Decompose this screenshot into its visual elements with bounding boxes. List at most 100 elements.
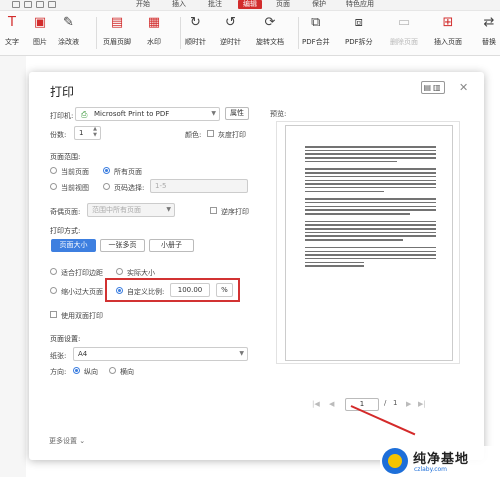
- view-toggle-icon[interactable]: ▤▥: [421, 81, 445, 94]
- next-page-icon[interactable]: ▶: [406, 400, 411, 408]
- correction-tool-button[interactable]: ✎ 涂改液: [58, 15, 79, 47]
- close-icon[interactable]: ✕: [459, 81, 468, 94]
- image-icon: ▣: [33, 15, 47, 30]
- rotate-counterclockwise-label: 逆时针: [220, 38, 241, 46]
- insert-page-button[interactable]: ⊞ 插入页面: [434, 15, 462, 47]
- header-footer-button[interactable]: ▤ 页眉页脚: [103, 15, 131, 47]
- watermark-button[interactable]: ▦ 水印: [146, 15, 162, 47]
- pen-icon: ✎: [63, 15, 74, 30]
- preview-page: [285, 125, 453, 361]
- last-page-icon[interactable]: ▶|: [418, 400, 426, 408]
- watermark-title: 纯净基地: [413, 452, 470, 467]
- grayscale-checkbox[interactable]: [207, 130, 214, 137]
- current-page-label: 当前页面: [61, 168, 89, 176]
- replace-icon: ⇄: [483, 15, 495, 30]
- rotate-document-button[interactable]: ⟳ 旋转文档: [256, 15, 284, 47]
- pdf-split-button[interactable]: ⧈ PDF拆分: [345, 15, 373, 47]
- menu-protect[interactable]: 保护: [312, 0, 326, 9]
- print-mode-section-title: 打印方式:: [50, 227, 81, 235]
- highlight-box: [105, 278, 240, 302]
- printer-label: 打印机:: [50, 112, 74, 120]
- rotate-counterclockwise-button[interactable]: ↺ 逆时针: [220, 15, 241, 47]
- rotate-cw-icon: ↻: [190, 15, 201, 30]
- pdf-split-icon: ⧈: [354, 15, 363, 30]
- current-page-radio[interactable]: [50, 167, 57, 174]
- current-view-radio[interactable]: [50, 183, 57, 190]
- all-pages-label: 所有页面: [114, 168, 142, 176]
- correction-tool-label: 涂改液: [58, 38, 79, 46]
- image-tool-button[interactable]: ▣ 图片: [32, 15, 48, 47]
- more-settings-link[interactable]: 更多设置 ⌄: [49, 436, 85, 446]
- ribbon-divider: [298, 17, 299, 49]
- menubar: 开始 插入 批注 编辑 页面 保护 特色应用: [0, 0, 500, 11]
- replace-button[interactable]: ⇄ 替换: [481, 15, 497, 47]
- actual-size-radio[interactable]: [116, 268, 123, 275]
- reverse-print-label: 逆序打印: [221, 208, 249, 216]
- pdf-merge-icon: ⧉: [311, 15, 321, 30]
- text-tool-button[interactable]: T 文字: [4, 15, 20, 47]
- replace-label: 替换: [482, 38, 496, 46]
- paper-select[interactable]: A4 ▼: [73, 347, 248, 361]
- rotate-clockwise-button[interactable]: ↻ 顺时针: [185, 15, 206, 47]
- copies-value: 1: [79, 129, 84, 137]
- fit-margins-label: 适合打印边距: [61, 269, 103, 277]
- text-cursor-icon: T: [8, 15, 16, 30]
- menu-comment[interactable]: 批注: [208, 0, 222, 9]
- insert-page-icon: ⊞: [442, 15, 454, 30]
- paper-value: A4: [78, 350, 88, 358]
- menu-insert[interactable]: 插入: [172, 0, 186, 9]
- document-margin: [0, 56, 26, 477]
- shrink-large-label: 缩小过大页面: [61, 288, 103, 296]
- landscape-radio[interactable]: [109, 367, 116, 374]
- menu-features[interactable]: 特色应用: [346, 0, 374, 9]
- menu-page[interactable]: 页面: [276, 0, 290, 9]
- chevron-down-icon: ▼: [211, 110, 216, 117]
- more-settings-label: 更多设置: [49, 437, 77, 445]
- site-watermark: 纯净基地 czlaby.com: [380, 446, 500, 477]
- printer-properties-button[interactable]: 属性: [225, 107, 249, 120]
- copies-stepper[interactable]: 1 ▲ ▼: [74, 126, 101, 140]
- printer-select[interactable]: Microsoft Print to PDF ▼: [75, 107, 220, 121]
- booklet-button[interactable]: 小册子: [149, 239, 194, 252]
- all-pages-radio[interactable]: [103, 167, 110, 174]
- ribbon-divider: [180, 17, 181, 49]
- first-page-icon[interactable]: |◀: [312, 400, 320, 408]
- preview-text-block: [305, 146, 436, 269]
- prev-page-icon[interactable]: ◀: [329, 400, 334, 408]
- undo-icon[interactable]: [48, 1, 56, 8]
- page-number-value: 1: [359, 400, 365, 408]
- shrink-large-radio[interactable]: [50, 287, 57, 294]
- odd-even-select[interactable]: 范围中所有页面 ▼: [87, 203, 175, 217]
- rotate-document-label: 旋转文档: [256, 38, 284, 46]
- menu-edit[interactable]: 编辑: [238, 0, 262, 9]
- header-footer-label: 页眉页脚: [103, 38, 131, 46]
- duplex-checkbox[interactable]: [50, 311, 57, 318]
- page-setup-section-title: 页面设置:: [50, 335, 81, 343]
- grayscale-label: 灰度打印: [218, 131, 246, 139]
- dialog-title: 打印: [50, 85, 75, 99]
- save-icon[interactable]: [24, 1, 32, 8]
- print-icon[interactable]: [36, 1, 44, 8]
- watermark-label: 水印: [147, 38, 161, 46]
- page-select-radio[interactable]: [103, 183, 110, 190]
- delete-page-icon: ▭: [397, 15, 411, 30]
- delete-page-label: 删除页面: [390, 38, 418, 46]
- chevron-down-icon: ⌄: [79, 437, 86, 445]
- annotation-arrow: [350, 405, 416, 436]
- pdf-split-label: PDF拆分: [345, 38, 373, 46]
- page-select-input[interactable]: 1-5: [150, 179, 248, 193]
- menu-start[interactable]: 开始: [136, 0, 150, 9]
- pdf-merge-button[interactable]: ⧉ PDF合并: [302, 15, 330, 47]
- print-preview: [276, 121, 460, 364]
- page-size-button[interactable]: 页面大小: [51, 239, 96, 252]
- portrait-label: 纵向: [84, 368, 98, 376]
- open-icon[interactable]: [12, 1, 20, 8]
- ribbon-toolbar: T 文字 ▣ 图片 ✎ 涂改液 ▤ 页眉页脚 ▦ 水印 ↻ 顺时针 ↺ 逆时针 …: [0, 11, 500, 56]
- reverse-print-checkbox[interactable]: [210, 207, 217, 214]
- multi-page-button[interactable]: 一张多页: [100, 239, 145, 252]
- portrait-radio[interactable]: [73, 367, 80, 374]
- fit-margins-radio[interactable]: [50, 268, 57, 275]
- delete-page-button[interactable]: ▭ 删除页面: [390, 15, 418, 47]
- insert-page-label: 插入页面: [434, 38, 462, 46]
- text-tool-label: 文字: [5, 38, 19, 46]
